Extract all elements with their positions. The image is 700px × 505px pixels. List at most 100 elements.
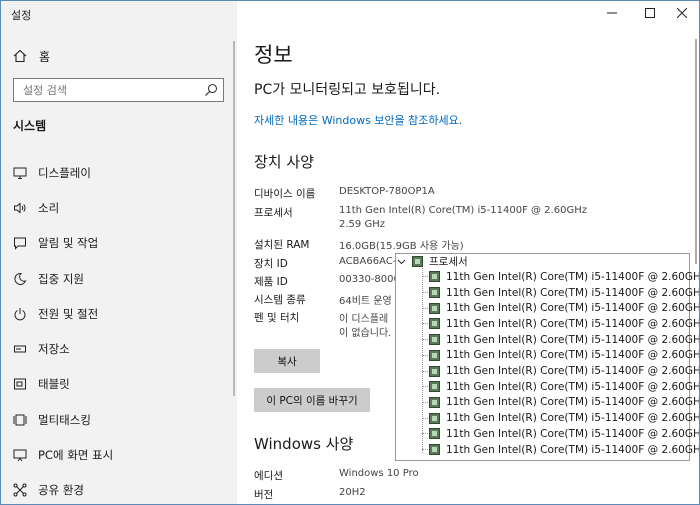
- tree-category-label: 프로세서: [429, 256, 468, 268]
- tree-item-processor[interactable]: 11th Gen Intel(R) Core(TM) i5-11400F @ 2…: [422, 348, 700, 364]
- spec-label: 장치 ID: [254, 258, 288, 270]
- sidebar-item-label: 저장소: [38, 342, 70, 357]
- sidebar-item-label: 멀티태스킹: [38, 412, 91, 427]
- tree-item-processor[interactable]: 11th Gen Intel(R) Core(TM) i5-11400F @ 2…: [422, 269, 699, 285]
- tree-item-label: 11th Gen Intel(R) Core(TM) i5-11400F @ 2…: [446, 412, 700, 425]
- search-box[interactable]: [13, 78, 224, 102]
- processor-chip-icon: [429, 287, 440, 299]
- processor-chip-icon: [429, 349, 440, 361]
- windows-specs-title: Windows 사양: [254, 435, 354, 453]
- storage-icon: [12, 341, 28, 357]
- monitor-icon: [12, 165, 28, 181]
- search-icon[interactable]: [203, 82, 219, 98]
- window-title: 설정: [11, 9, 32, 22]
- chevron-down-icon[interactable]: [395, 256, 407, 268]
- tree-category-processors[interactable]: 프로세서: [396, 254, 468, 269]
- spec-value: Windows 10 Pro: [339, 468, 419, 479]
- tree-item-label: 11th Gen Intel(R) Core(TM) i5-11400F @ 2…: [446, 317, 700, 330]
- sidebar-item-tablet[interactable]: 태블릿: [1, 367, 237, 402]
- sidebar-item-display[interactable]: 디스플레이: [1, 155, 237, 190]
- tree-item-processor[interactable]: 11th Gen Intel(R) Core(TM) i5-11400F @ 2…: [422, 363, 700, 379]
- tree-item-label: 11th Gen Intel(R) Core(TM) i5-11400F @ 2…: [446, 396, 700, 409]
- tree-item-processor[interactable]: 11th Gen Intel(R) Core(TM) i5-11400F @ 2…: [422, 379, 700, 395]
- page-title: 정보: [254, 43, 293, 67]
- sidebar-nav: 디스플레이 소리 알림 및 작업 집중 지원 전원 및 절전 저장소 태블릿 멀…: [1, 155, 237, 504]
- tree-item-label: 11th Gen Intel(R) Core(TM) i5-11400F @ 2…: [446, 427, 700, 440]
- tree-item-processor[interactable]: 11th Gen Intel(R) Core(TM) i5-11400F @ 2…: [422, 316, 700, 332]
- sidebar-item-label: 공유 환경: [38, 483, 84, 498]
- spec-label: 버전: [254, 489, 274, 501]
- speaker-icon: [12, 200, 28, 216]
- spec-value: 이 디스플레: [339, 314, 389, 325]
- processor-chip-icon: [429, 271, 440, 283]
- processor-chip-icon: [429, 302, 440, 314]
- processor-chip-icon: [429, 412, 440, 424]
- spec-label: 펜 및 터치: [254, 312, 300, 324]
- section-title: 시스템: [13, 119, 47, 133]
- sidebar-item-storage[interactable]: 저장소: [1, 331, 237, 366]
- processor-tree-popup: 프로세서 11th Gen Intel(R) Core(TM) i5-11400…: [395, 253, 699, 461]
- tree-item-processor[interactable]: 11th Gen Intel(R) Core(TM) i5-11400F @ 2…: [422, 426, 700, 442]
- processor-chip-icon: [429, 444, 440, 456]
- project-icon: [12, 447, 28, 463]
- sidebar-item-label: 태블릿: [38, 377, 70, 392]
- sidebar-item-sound[interactable]: 소리: [1, 190, 237, 225]
- sidebar-item-project[interactable]: PC에 화면 표시: [1, 437, 237, 472]
- tree-item-processor[interactable]: 11th Gen Intel(R) Core(TM) i5-11400F @ 2…: [422, 285, 700, 301]
- sidebar-item-label: 전원 및 절전: [38, 306, 99, 321]
- tree-item-label: 11th Gen Intel(R) Core(TM) i5-11400F @ 2…: [446, 365, 700, 378]
- spec-value: DESKTOP-780OP1A: [339, 186, 435, 197]
- spec-value-line2: 이 없습니다.: [339, 328, 392, 339]
- tree-item-processor[interactable]: 11th Gen Intel(R) Core(TM) i5-11400F @ 2…: [422, 442, 699, 458]
- tablet-icon: [12, 376, 28, 392]
- processor-chip-icon: [429, 365, 440, 377]
- tree-item-label: 11th Gen Intel(R) Core(TM) i5-11400F @ 2…: [446, 286, 700, 299]
- rename-pc-button[interactable]: 이 PC의 이름 바꾸기: [254, 388, 370, 412]
- spec-value: 11th Gen Intel(R) Core(TM) i5-11400F @ 2…: [339, 205, 587, 216]
- multitasking-icon: [12, 412, 28, 428]
- spec-value: 20H2: [339, 487, 366, 498]
- settings-window: 설정 홈 시스템 디스플레이 소리 알림 및: [0, 0, 700, 505]
- main-scrollbar[interactable]: [695, 39, 697, 264]
- tree-item-processor[interactable]: 11th Gen Intel(R) Core(TM) i5-11400F @ 2…: [422, 300, 700, 316]
- security-link[interactable]: 자세한 내용은 Windows 보안을 참조하세요.: [254, 112, 462, 128]
- spec-value: 64비트 운영: [339, 296, 392, 307]
- processor-chip-icon: [429, 318, 440, 330]
- spec-value: 16.0GB(15.9GB 사용 가능): [339, 241, 464, 252]
- sidebar-item-focus-assist[interactable]: 집중 지원: [1, 261, 237, 296]
- shared-experiences-icon: [12, 482, 28, 498]
- processor-chip-icon: [429, 396, 440, 408]
- home-label: 홈: [39, 49, 51, 64]
- tree-item-label: 11th Gen Intel(R) Core(TM) i5-11400F @ 2…: [446, 333, 700, 346]
- sidebar-item-notifications[interactable]: 알림 및 작업: [1, 226, 237, 261]
- processor-chip-icon: [412, 256, 423, 267]
- sidebar-item-shared-experiences[interactable]: 공유 환경: [1, 473, 237, 504]
- device-specs-title: 장치 사양: [254, 153, 314, 171]
- protection-status: PC가 모니터링되고 보호됩니다.: [254, 82, 441, 98]
- sidebar-scrollbar[interactable]: [233, 41, 235, 396]
- sidebar-item-label: 디스플레이: [38, 165, 91, 180]
- sidebar-item-multitasking[interactable]: 멀티태스킹: [1, 402, 237, 437]
- copy-button[interactable]: 복사: [254, 349, 320, 373]
- sidebar-item-label: 소리: [38, 200, 60, 215]
- tree-item-label: 11th Gen Intel(R) Core(TM) i5-11400F @ 2…: [446, 349, 700, 362]
- search-input[interactable]: [14, 79, 203, 102]
- processor-chip-icon: [429, 381, 440, 393]
- home-icon: [13, 49, 27, 63]
- notification-icon: [12, 235, 28, 251]
- tree-item-processor[interactable]: 11th Gen Intel(R) Core(TM) i5-11400F @ 2…: [422, 410, 700, 426]
- sidebar-item-label: 알림 및 작업: [38, 236, 99, 251]
- spec-label: 에디션: [254, 470, 283, 482]
- tree-item-processor[interactable]: 11th Gen Intel(R) Core(TM) i5-11400F @ 2…: [422, 332, 700, 348]
- tree-item-label: 11th Gen Intel(R) Core(TM) i5-11400F @ 2…: [446, 380, 700, 393]
- sidebar: 설정 홈 시스템 디스플레이 소리 알림 및: [1, 1, 237, 504]
- tree-item-label: 11th Gen Intel(R) Core(TM) i5-11400F @ 2…: [446, 302, 700, 315]
- tree-item-processor[interactable]: 11th Gen Intel(R) Core(TM) i5-11400F @ 2…: [422, 395, 700, 411]
- home-link[interactable]: 홈: [13, 46, 50, 66]
- processor-chip-icon: [429, 428, 440, 440]
- moon-icon: [12, 271, 28, 287]
- spec-label: 설치된 RAM: [254, 239, 310, 251]
- sidebar-item-power[interactable]: 전원 및 절전: [1, 296, 237, 331]
- spec-label: 디바이스 이름: [254, 188, 316, 200]
- sidebar-item-label: 집중 지원: [38, 271, 84, 286]
